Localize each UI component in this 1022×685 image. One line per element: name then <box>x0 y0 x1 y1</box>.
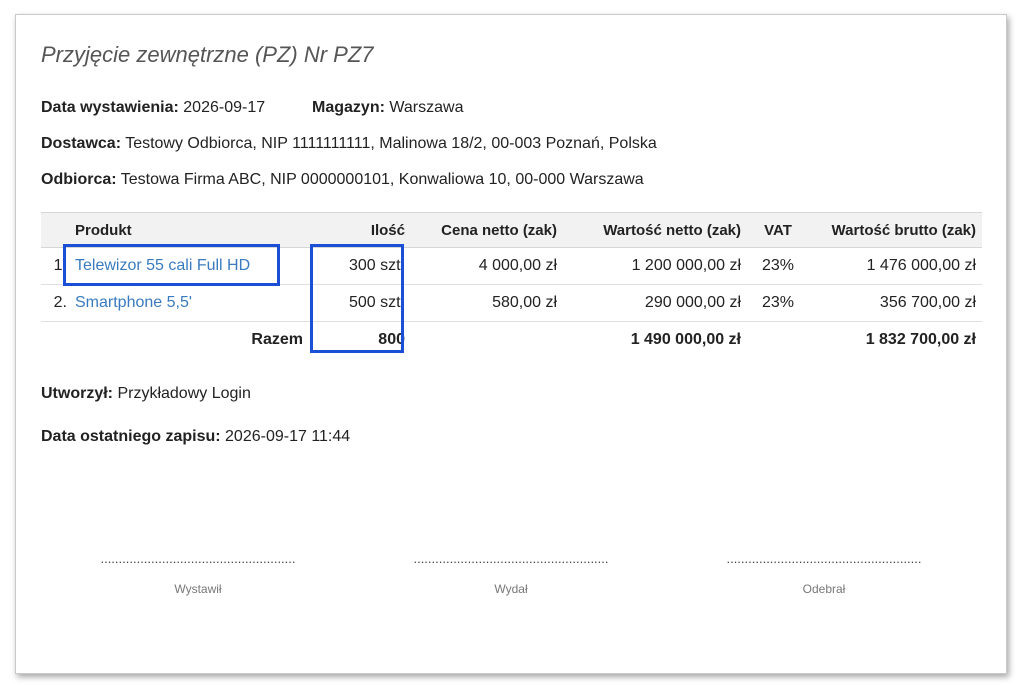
row-number: 2. <box>41 284 69 322</box>
header-qty: Ilość <box>309 212 411 248</box>
table-header-row: Produkt Ilość Cena netto (zak) Wartość n… <box>41 212 982 248</box>
vat-cell: 23% <box>747 284 809 322</box>
signature-received-label: Odebrał <box>802 582 846 596</box>
net-value-cell: 290 000,00 zł <box>563 284 747 322</box>
total-label: Razem <box>251 331 303 348</box>
signature-received: ........................................… <box>726 552 922 596</box>
document-title: Przyjęcie zewnętrzne (PZ) Nr PZ7 <box>41 42 374 67</box>
last-saved-value: 2026-09-17 11:44 <box>225 428 351 445</box>
table-row: 2. Smartphone 5,5' 500 szt. 580,00 zł 29… <box>41 284 982 322</box>
product-link[interactable]: Smartphone 5,5' <box>75 294 192 311</box>
header-number <box>41 212 69 248</box>
created-by-value: Przykładowy Login <box>117 385 251 402</box>
total-vat-empty <box>747 322 809 359</box>
header-vat: VAT <box>747 212 809 248</box>
last-saved-label: Data ostatniego zapisu: <box>41 428 221 445</box>
items-table: Produkt Ilość Cena netto (zak) Wartość n… <box>41 212 982 358</box>
total-net-value: 1 490 000,00 zł <box>630 331 741 348</box>
signature-released-label: Wydał <box>494 582 528 596</box>
net-value-cell: 1 200 000,00 zł <box>563 247 747 285</box>
net-price-cell: 580,00 zł <box>411 284 563 322</box>
total-gross-value: 1 832 700,00 zł <box>865 331 976 348</box>
qty-cell: 300 szt. <box>309 247 411 285</box>
created-by-label: Utworzył: <box>41 385 113 402</box>
header-product: Produkt <box>69 212 309 248</box>
qty-cell: 500 szt. <box>309 284 411 322</box>
table-row: 1. Telewizor 55 cali Full HD 300 szt. 4 … <box>41 247 982 285</box>
warehouse-value: Warszawa <box>389 99 464 116</box>
created-by-line: Utworzył: Przykładowy Login <box>41 385 251 403</box>
header-gross-value: Wartość brutto (zak) <box>809 212 982 248</box>
signature-line: ........................................… <box>100 552 296 566</box>
signature-line: ........................................… <box>413 552 609 566</box>
total-qty: 800 <box>378 331 405 348</box>
product-cell: Telewizor 55 cali Full HD <box>69 247 309 285</box>
signature-issued-label: Wystawił <box>174 582 222 596</box>
last-saved-line: Data ostatniego zapisu: 2026-09-17 11:44 <box>41 428 350 446</box>
row-number: 1. <box>41 247 69 285</box>
issue-date-label: Data wystawienia: <box>41 99 179 116</box>
supplier-label: Dostawca: <box>41 135 122 152</box>
product-link[interactable]: Telewizor 55 cali Full HD <box>75 257 250 274</box>
signature-issued: ........................................… <box>100 552 296 596</box>
recipient-line: Odbiorca: Testowa Firma ABC, NIP 0000000… <box>41 171 644 189</box>
gross-value-cell: 1 476 000,00 zł <box>809 247 982 285</box>
gross-value-cell: 356 700,00 zł <box>809 284 982 322</box>
signature-line: ........................................… <box>726 552 922 566</box>
net-price-cell: 4 000,00 zł <box>411 247 563 285</box>
document-sheet: Przyjęcie zewnętrzne (PZ) Nr PZ7 Data wy… <box>15 14 1007 674</box>
warehouse-label: Magazyn: <box>312 99 385 116</box>
total-row: Razem 800 1 490 000,00 zł 1 832 700,00 z… <box>41 322 982 359</box>
product-cell: Smartphone 5,5' <box>69 284 309 322</box>
header-net-value: Wartość netto (zak) <box>563 212 747 248</box>
vat-cell: 23% <box>747 247 809 285</box>
signature-released: ........................................… <box>413 552 609 596</box>
issue-date-value: 2026-09-17 <box>183 99 266 116</box>
supplier-value: Testowy Odbiorca, NIP 1111111111, Malino… <box>125 135 657 152</box>
total-net-price-empty <box>411 322 563 359</box>
recipient-value: Testowa Firma ABC, NIP 0000000101, Konwa… <box>120 171 644 188</box>
issue-date-line: Data wystawienia: 2026-09-17 Magazyn: Wa… <box>41 99 463 117</box>
header-net-price: Cena netto (zak) <box>411 212 563 248</box>
recipient-label: Odbiorca: <box>41 171 117 188</box>
supplier-line: Dostawca: Testowy Odbiorca, NIP 11111111… <box>41 135 657 153</box>
